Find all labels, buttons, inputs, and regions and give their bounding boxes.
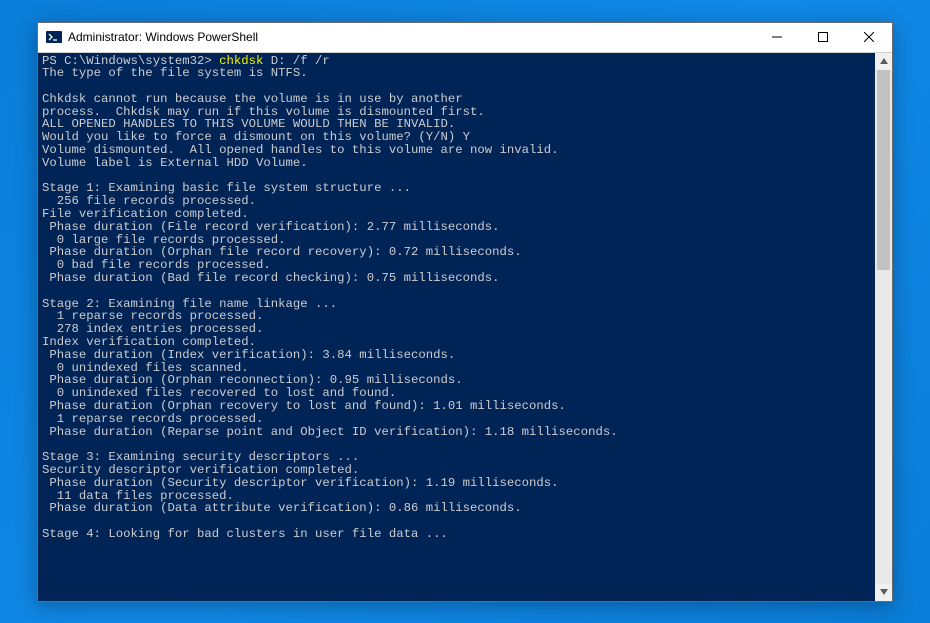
powershell-window: Administrator: Windows PowerShell PS C:\… <box>37 22 893 602</box>
window-controls <box>754 23 892 52</box>
titlebar[interactable]: Administrator: Windows PowerShell <box>38 23 892 53</box>
scrollbar-track[interactable] <box>875 70 892 584</box>
maximize-button[interactable] <box>800 23 846 52</box>
minimize-button[interactable] <box>754 23 800 52</box>
vertical-scrollbar[interactable] <box>875 53 892 601</box>
window-title: Administrator: Windows PowerShell <box>68 30 754 44</box>
scrollbar-thumb[interactable] <box>877 70 890 270</box>
powershell-icon <box>46 29 62 45</box>
close-button[interactable] <box>846 23 892 52</box>
output-lines: The type of the file system is NTFS. Chk… <box>42 66 618 541</box>
scroll-up-button[interactable] <box>875 53 892 70</box>
console-area: PS C:\Windows\system32> chkdsk D: /f /r … <box>38 53 892 601</box>
scroll-down-button[interactable] <box>875 584 892 601</box>
terminal-output[interactable]: PS C:\Windows\system32> chkdsk D: /f /r … <box>38 53 875 601</box>
